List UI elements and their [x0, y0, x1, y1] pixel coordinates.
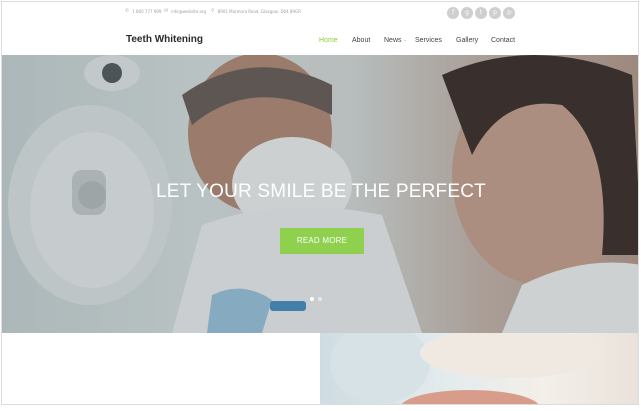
chevron-down-icon: ⌄	[403, 37, 407, 42]
instagram-icon[interactable]: ◎	[503, 7, 515, 19]
nav-item-gallery[interactable]: Gallery	[456, 37, 478, 44]
content-section-image	[320, 333, 638, 404]
hero-title: LET YOUR SMILE BE THE PERFECT	[156, 181, 486, 202]
slider-pagination	[310, 297, 322, 301]
nav-item-contact[interactable]: Contact	[491, 37, 515, 44]
twitter-icon[interactable]: t	[475, 7, 487, 19]
nav-item-about[interactable]: About	[352, 37, 370, 44]
social-links: f g t p ◎	[447, 7, 515, 19]
facebook-icon[interactable]: f	[447, 7, 459, 19]
slider-dot-1[interactable]	[310, 297, 314, 301]
nav-item-services[interactable]: Services	[415, 37, 442, 44]
map-pin-icon: ⚲	[211, 8, 215, 14]
site-header: Teeth Whitening Home About News ⌄ Service…	[2, 26, 638, 56]
nav-item-news-label: News	[384, 37, 402, 44]
hero-slider: LET YOUR SMILE BE THE PERFECT READ MORE	[2, 55, 638, 333]
google-plus-icon[interactable]: g	[461, 7, 473, 19]
email-text: info@website.org	[171, 9, 207, 14]
top-info-bar: ✆ 1 800 777 909 ✉ info@website.org ⚲ 890…	[2, 2, 638, 26]
phone-icon: ✆	[125, 8, 130, 14]
nav-item-home[interactable]: Home	[319, 37, 338, 44]
contact-address: ⚲ 8901 Marmora Road, Glasgow, D04 89GR	[211, 8, 301, 15]
nav-item-news[interactable]: News ⌄	[384, 37, 407, 44]
slider-dot-2[interactable]	[318, 297, 322, 301]
pinterest-icon[interactable]: p	[489, 7, 501, 19]
page-frame: ✆ 1 800 777 909 ✉ info@website.org ⚲ 890…	[1, 1, 639, 405]
brand-logo[interactable]: Teeth Whitening	[126, 34, 203, 45]
phone-text: 1 800 777 909	[132, 9, 162, 14]
read-more-button[interactable]: READ MORE	[280, 228, 364, 254]
envelope-icon: ✉	[164, 8, 169, 14]
content-section-left	[2, 333, 320, 404]
contact-email[interactable]: ✉ info@website.org	[164, 8, 207, 15]
address-text: 8901 Marmora Road, Glasgow, D04 89GR	[217, 9, 301, 14]
dental-photo	[330, 333, 600, 404]
contact-phone[interactable]: ✆ 1 800 777 909	[125, 8, 162, 15]
